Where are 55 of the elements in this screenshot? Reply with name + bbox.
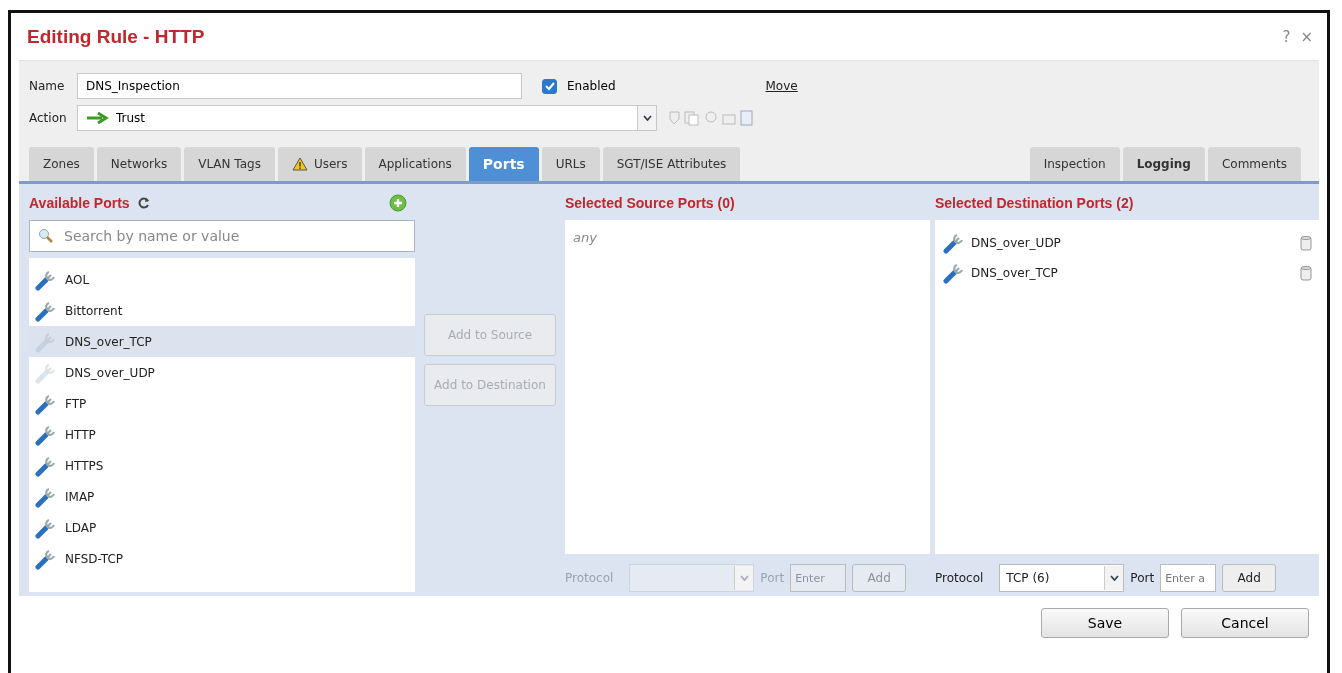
- add-button[interactable]: Add: [1222, 564, 1277, 592]
- port-name: DNS_over_TCP: [971, 266, 1058, 280]
- tab[interactable]: Zones: [29, 147, 94, 181]
- protocol-label: Protocol: [565, 571, 614, 585]
- search-field[interactable]: Search by name or value: [29, 220, 415, 252]
- tab[interactable]: URLs: [541, 147, 600, 181]
- tab[interactable]: Networks: [96, 147, 182, 181]
- list-item[interactable]: NFSD-TCP: [29, 543, 415, 574]
- dialog-button[interactable]: Cancel: [1181, 608, 1309, 638]
- protocol-label: Protocol: [935, 571, 984, 585]
- dialog-title: Editing Rule - HTTP: [27, 25, 206, 48]
- action-select[interactable]: Trust: [77, 105, 657, 131]
- empty-text: any: [573, 230, 598, 245]
- port-input[interactable]: Enter a: [1160, 564, 1217, 592]
- panel-title: Available Ports: [29, 195, 130, 211]
- tab[interactable]: Applications: [364, 147, 466, 181]
- tab[interactable]: Logging: [1122, 147, 1205, 181]
- tab[interactable]: Inspection: [1029, 147, 1120, 181]
- enabled-checkbox[interactable]: [542, 78, 557, 94]
- refresh-icon[interactable]: [137, 197, 150, 209]
- tab[interactable]: Users: [277, 147, 362, 181]
- tab[interactable]: VLAN Tags: [184, 147, 275, 181]
- panel-title: Selected Destination Ports (2): [935, 195, 1134, 211]
- help-button[interactable]: ?: [1282, 27, 1291, 46]
- caret-icon[interactable]: [642, 115, 652, 121]
- tab[interactable]: Comments: [1207, 147, 1301, 181]
- list-item[interactable]: IMAP: [29, 481, 415, 512]
- wrench-icon: [943, 232, 965, 254]
- protocol-select[interactable]: TCP (6): [999, 564, 1125, 592]
- arrow-icon: [86, 112, 110, 124]
- action-label: Action: [29, 111, 67, 125]
- port-label: Port: [760, 571, 785, 585]
- trash-icon[interactable]: [1300, 235, 1312, 251]
- search-icon: [38, 228, 54, 244]
- port-label: Port: [1130, 571, 1155, 585]
- tab[interactable]: SGT/ISE Attributes: [602, 147, 741, 181]
- warning-icon: [291, 157, 308, 171]
- caret-icon[interactable]: [1109, 575, 1119, 581]
- wrench-icon: [943, 262, 965, 284]
- name-field[interactable]: DNS_Inspection: [77, 73, 522, 99]
- dialog-button[interactable]: Save: [1041, 608, 1169, 638]
- move-link[interactable]: Move: [765, 79, 798, 93]
- port-name: DNS_over_UDP: [971, 236, 1061, 250]
- list-item[interactable]: LDAP: [29, 512, 415, 543]
- list-item[interactable]: Bittorrent: [29, 295, 415, 326]
- panel-title: Selected Source Ports (0): [565, 195, 735, 211]
- name-label: Name: [29, 79, 66, 93]
- list-item[interactable]: FTP: [29, 388, 415, 419]
- trash-icon[interactable]: [1300, 265, 1312, 281]
- list-item[interactable]: HTTP: [29, 419, 415, 450]
- add-icon[interactable]: [389, 194, 407, 212]
- list-item[interactable]: HTTPS: [29, 450, 415, 481]
- list-item[interactable]: AOL: [29, 264, 415, 295]
- close-button[interactable]: ×: [1300, 27, 1313, 46]
- enabled-label: Enabled: [567, 79, 616, 93]
